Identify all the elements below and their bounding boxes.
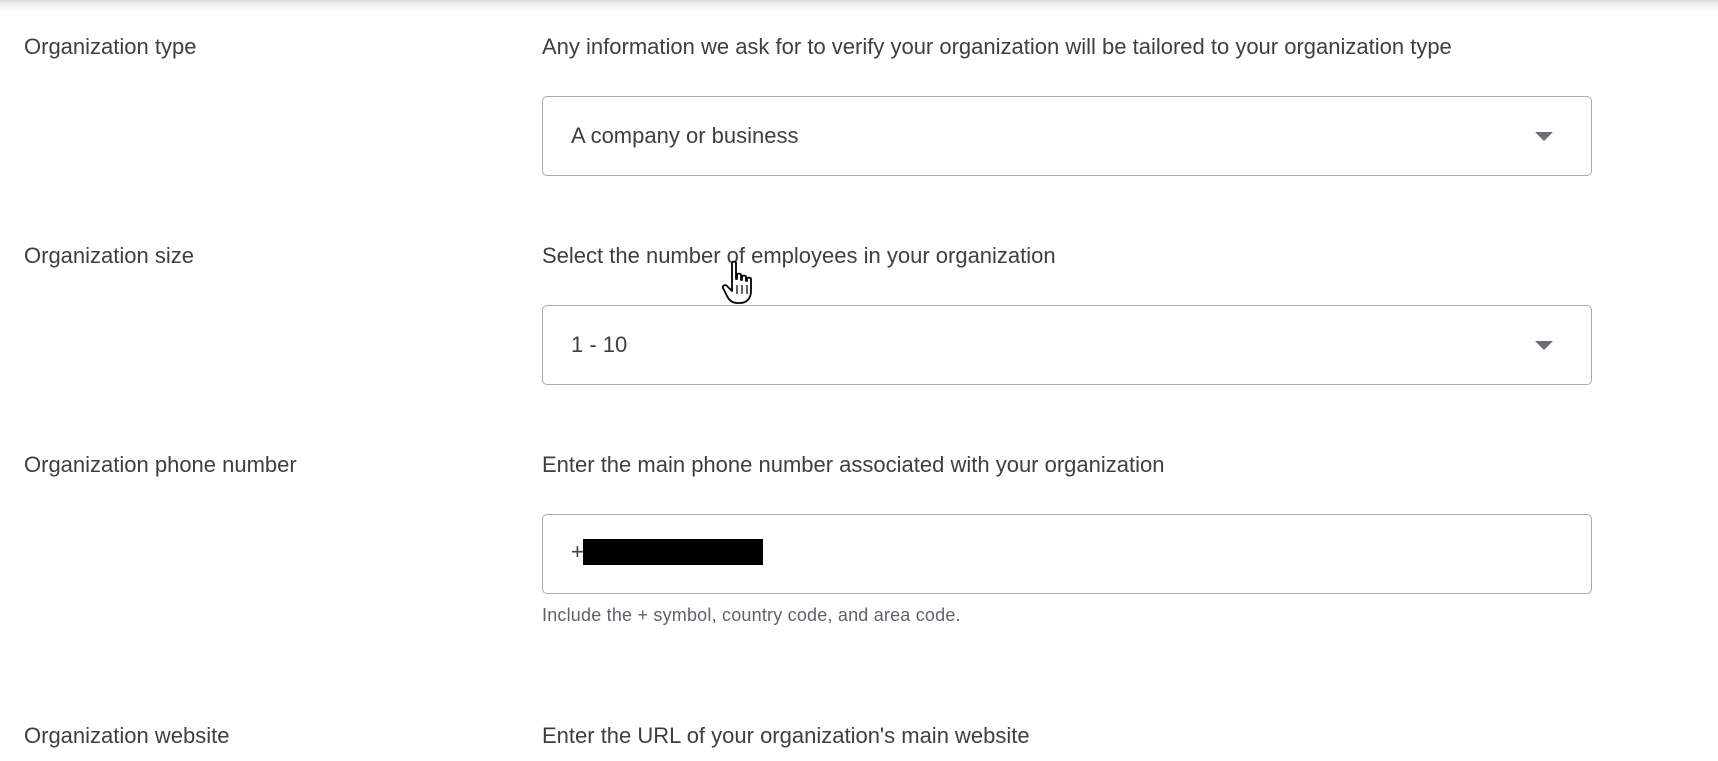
organization-size-selected-value: 1 - 10 <box>571 332 628 357</box>
arrow-drop-down-icon[interactable] <box>1535 341 1553 350</box>
organization-size-label: Organization size <box>24 243 194 268</box>
top-edge-shadow <box>0 0 1718 12</box>
redaction-bar <box>583 539 763 565</box>
organization-type-selected-value: A company or business <box>571 123 799 148</box>
phone-hint-text: Include the + symbol, country code, and … <box>542 605 961 625</box>
organization-website-description: Enter the URL of your organization's mai… <box>542 723 1030 748</box>
arrow-drop-down-icon[interactable] <box>1535 132 1553 141</box>
organization-phone-field[interactable] <box>542 514 1592 594</box>
organization-size-description: Select the number of employees in your o… <box>542 243 1056 268</box>
organization-type-label: Organization type <box>24 34 197 59</box>
organization-website-label: Organization website <box>24 723 230 748</box>
organization-phone-description: Enter the main phone number associated w… <box>542 452 1165 477</box>
organization-type-description: Any information we ask for to verify you… <box>542 34 1452 59</box>
organization-type-select[interactable]: A company or business <box>542 96 1592 176</box>
organization-size-select[interactable]: 1 - 10 <box>542 305 1592 385</box>
organization-phone-label: Organization phone number <box>24 452 297 477</box>
hand-pointer-cursor-icon <box>722 260 752 304</box>
